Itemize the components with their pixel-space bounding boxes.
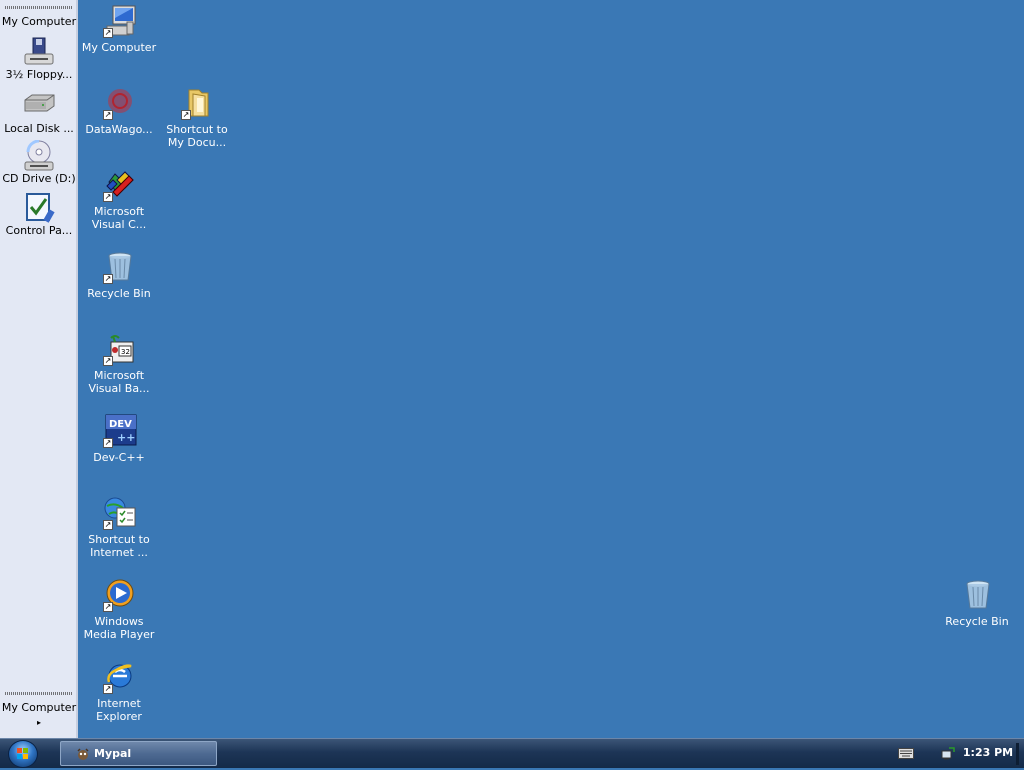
start-button[interactable] <box>8 740 38 768</box>
system-clock[interactable]: 1:23 PM <box>962 746 1014 759</box>
desktop-icon-visual-c[interactable]: ↗ Microsoft Visual C... <box>79 168 159 246</box>
chevron-right-icon[interactable]: ▸ <box>0 718 78 727</box>
desktop-icon-recycle-bin[interactable]: Recycle Bin <box>937 578 1017 656</box>
shortcut-arrow-icon: ↗ <box>103 438 113 448</box>
network-icon[interactable] <box>940 745 956 761</box>
desktop-icon-label: Internet Explorer <box>96 697 142 723</box>
cd-drive-icon <box>24 140 54 171</box>
desktop-icon-internet-options-shortcut[interactable]: ↗ Shortcut to Internet ... <box>79 496 159 574</box>
desktop-icon-datawagon[interactable]: ↗ DataWago... <box>79 86 159 164</box>
bar-title: My Computer <box>1 15 77 28</box>
desktop-icon-label: Microsoft Visual Ba... <box>88 369 150 395</box>
desktop-icon-label: Recycle Bin <box>87 287 151 300</box>
my-computer-bar: My Computer 3½ Floppy... Local Disk ... … <box>0 0 78 738</box>
desktop-icon-recycle-bin-shortcut[interactable]: ↗ Recycle Bin <box>79 250 159 328</box>
desktop-icon-label: Recycle Bin <box>945 615 1009 628</box>
desktop-icon-my-documents-shortcut[interactable]: ↗ Shortcut to My Docu... <box>157 86 237 164</box>
shortcut-arrow-icon: ↗ <box>103 28 113 38</box>
bar-grip-bottom[interactable] <box>5 692 73 695</box>
hard-disk-icon <box>24 94 55 112</box>
sidebar-item-floppy[interactable]: 3½ Floppy... <box>0 36 78 88</box>
desktop-icon-visual-basic[interactable]: 32 ↗ Microsoft Visual Ba... <box>79 332 159 410</box>
shortcut-arrow-icon: ↗ <box>103 274 113 284</box>
svg-text:++: ++ <box>117 431 135 444</box>
sidebar-item-control-panel[interactable]: Control Pa... <box>0 192 78 244</box>
keyboard-icon[interactable] <box>898 748 914 759</box>
svg-text:DEV: DEV <box>109 419 132 430</box>
sidebar-item-label: CD Drive (D:) <box>2 172 76 185</box>
shortcut-arrow-icon: ↗ <box>181 110 191 120</box>
shortcut-arrow-icon: ↗ <box>103 110 113 120</box>
shortcut-arrow-icon: ↗ <box>103 602 113 612</box>
sidebar-item-local-disk[interactable]: Local Disk ... <box>0 90 78 142</box>
desktop-icon-label: Dev-C++ <box>93 451 145 464</box>
desktop-icon-internet-explorer[interactable]: ↗ Internet Explorer <box>79 660 159 738</box>
show-desktop-button[interactable] <box>1016 743 1019 765</box>
windows-start-icon <box>17 748 28 759</box>
bar-grip-top[interactable] <box>5 6 73 9</box>
desktop-icon-label: Microsoft Visual C... <box>91 205 147 231</box>
svg-text:32: 32 <box>121 348 130 356</box>
control-panel-icon <box>26 193 55 223</box>
shortcut-arrow-icon: ↗ <box>103 356 113 366</box>
recycle-bin-icon <box>966 580 990 609</box>
taskbar-button-label: Mypal <box>94 747 132 760</box>
desktop-icon-label: Windows Media Player <box>83 615 155 641</box>
sidebar-item-cd-drive[interactable]: CD Drive (D:) <box>0 140 78 192</box>
taskbar: Mypal 1:23 PM <box>0 738 1024 768</box>
taskbar-button-mypal[interactable]: Mypal <box>60 741 217 766</box>
sidebar-item-label: 3½ Floppy... <box>5 68 73 81</box>
shortcut-arrow-icon: ↗ <box>103 192 113 202</box>
bar-bottom-title[interactable]: My Computer <box>0 701 78 714</box>
floppy-drive-icon <box>24 37 54 65</box>
desktop-icon-my-computer[interactable]: ↗ My Computer <box>79 4 159 82</box>
mypal-icon <box>77 748 89 760</box>
shortcut-arrow-icon: ↗ <box>103 684 113 694</box>
sidebar-item-label: Local Disk ... <box>4 122 74 135</box>
desktop-icon-label: My Computer <box>81 41 157 54</box>
shortcut-arrow-icon: ↗ <box>103 520 113 530</box>
desktop-icon-label: DataWago... <box>85 123 153 136</box>
desktop-icon-dev-cpp[interactable]: DEV ++ ↗ Dev-C++ <box>79 414 159 492</box>
desktop-icon-windows-media-player[interactable]: ↗ Windows Media Player <box>79 578 159 656</box>
sidebar-item-label: Control Pa... <box>5 224 73 237</box>
desktop-icon-label: Shortcut to Internet ... <box>88 533 150 559</box>
desktop-icon-label: Shortcut to My Docu... <box>166 123 228 149</box>
